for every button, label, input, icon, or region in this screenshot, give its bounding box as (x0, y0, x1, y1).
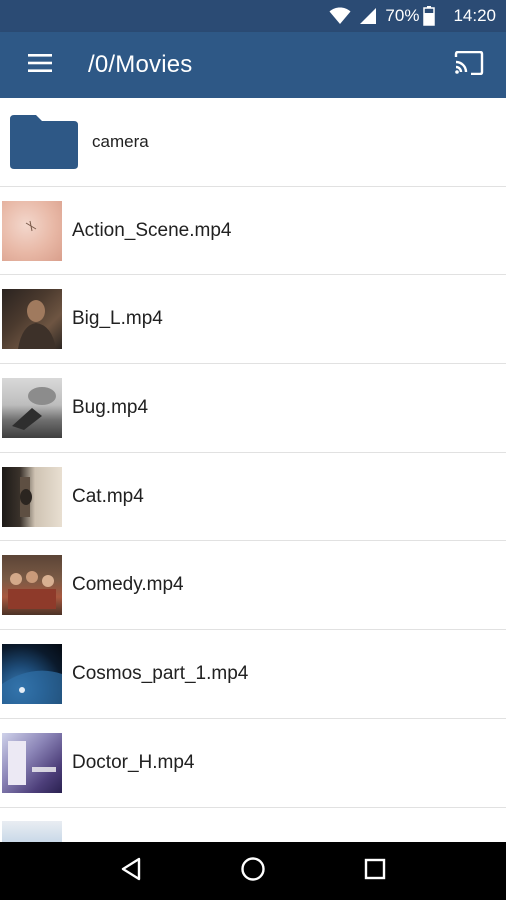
list-item[interactable]: Doctor_H.mp4 (0, 719, 506, 808)
cast-button[interactable] (432, 32, 506, 98)
list-item[interactable]: Big_L.mp4 (0, 275, 506, 365)
list-item[interactable] (0, 808, 506, 842)
list-item[interactable]: Bug.mp4 (0, 364, 506, 453)
status-bar: 70% 14:20 (0, 0, 506, 32)
file-name: Big_L.mp4 (72, 308, 163, 330)
recents-button[interactable] (350, 846, 400, 896)
video-thumbnail (2, 821, 62, 842)
video-thumbnail (2, 555, 62, 616)
list-item[interactable]: Comedy.mp4 (0, 541, 506, 631)
file-name: Action_Scene.mp4 (72, 219, 232, 241)
clock: 14:20 (453, 6, 496, 25)
folder-icon (10, 113, 80, 171)
video-thumbnail (2, 289, 62, 350)
cast-icon (454, 50, 484, 80)
battery-icon (423, 6, 436, 26)
app-bar: /0/Movies (0, 32, 506, 98)
folder-item-camera[interactable]: camera (0, 98, 506, 187)
home-icon (240, 856, 266, 887)
file-name: Cosmos_part_1.mp4 (72, 662, 249, 684)
video-thumbnail (2, 643, 62, 704)
video-thumbnail (2, 466, 62, 527)
video-thumbnail (2, 200, 62, 261)
folder-name: camera (92, 131, 149, 151)
video-thumbnail (2, 732, 62, 793)
recents-icon (364, 858, 386, 885)
cellular-signal-icon (359, 7, 377, 25)
page-title: /0/Movies (88, 51, 193, 78)
file-name: Comedy.mp4 (72, 574, 184, 596)
file-name: Doctor_H.mp4 (72, 751, 195, 773)
file-name: Bug.mp4 (72, 396, 149, 418)
battery-percent: 70% (385, 6, 420, 25)
video-thumbnail (2, 377, 62, 438)
file-list: camera Action_Scene.mp4 Big_L.mp4 Bug.mp… (0, 98, 506, 842)
back-icon (120, 857, 142, 886)
navigation-bar (0, 842, 506, 900)
file-name: Cat.mp4 (72, 485, 144, 507)
menu-button[interactable] (0, 32, 80, 98)
home-button[interactable] (228, 846, 278, 896)
back-button[interactable] (106, 846, 156, 896)
wifi-icon (329, 7, 351, 25)
list-item[interactable]: Cat.mp4 (0, 453, 506, 542)
list-item[interactable]: Cosmos_part_1.mp4 (0, 630, 506, 719)
hamburger-menu-icon (28, 53, 52, 77)
list-item[interactable]: Action_Scene.mp4 (0, 187, 506, 276)
